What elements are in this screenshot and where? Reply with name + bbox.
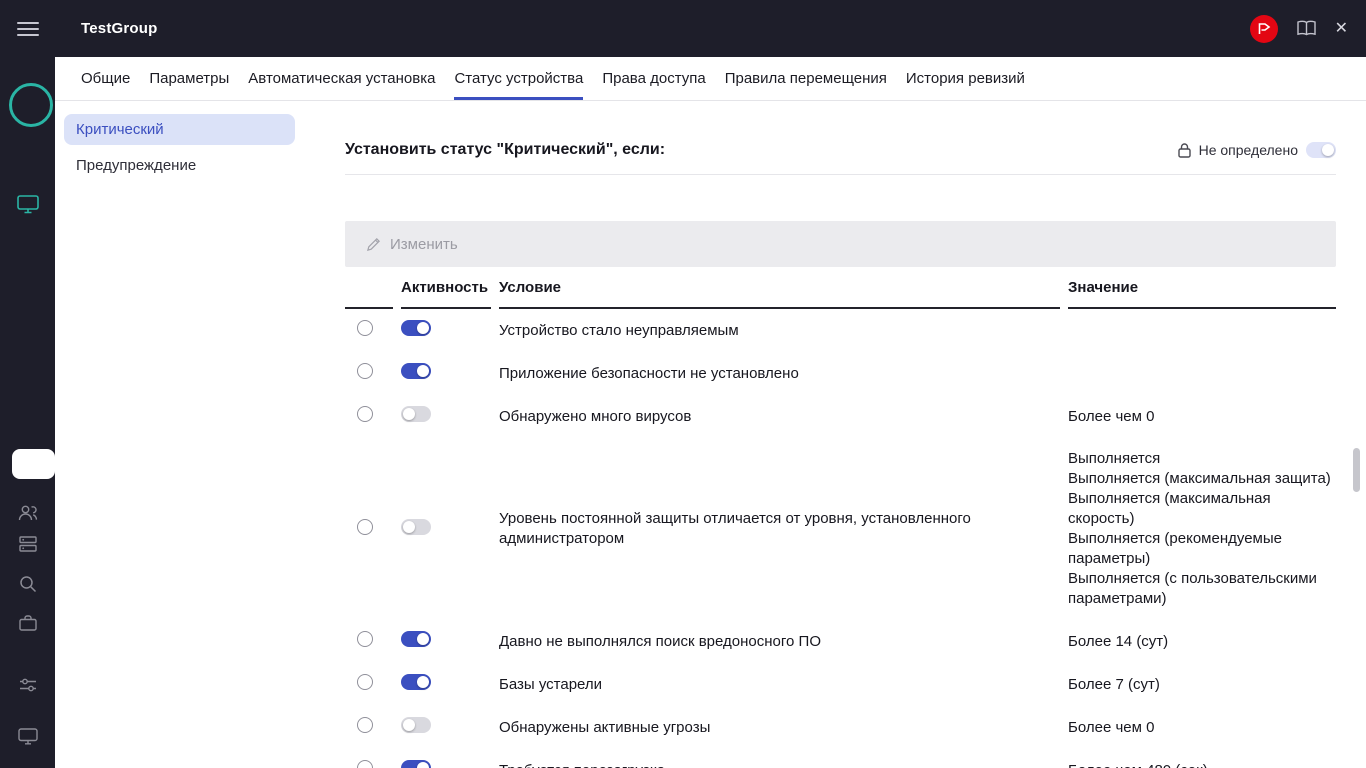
servers-icon[interactable]: [19, 536, 37, 552]
col-selector: [345, 279, 393, 309]
table-row: Требуется перезагрузка Более чем 480 (се…: [345, 749, 1336, 768]
condition-text: Уровень постоянной защиты отличается от …: [499, 509, 1060, 549]
marketplace-icon[interactable]: [19, 615, 37, 631]
table-row: Устройство стало неуправляемым: [345, 309, 1336, 352]
device-status-panel: Установить статус "Критический", если: Н…: [345, 101, 1366, 768]
documentation-icon[interactable]: [1296, 20, 1317, 37]
row-select-radio[interactable]: [357, 717, 373, 733]
lock-icon: [1178, 143, 1191, 158]
devices-icon[interactable]: [17, 195, 39, 214]
col-activity: Активность: [401, 279, 491, 309]
table-header: Активность Условие Значение: [345, 279, 1336, 309]
activity-toggle[interactable]: [401, 320, 431, 336]
group-properties-window: Общие Параметры Автоматическая установка Ст…: [55, 57, 1366, 768]
table-row: Базы устарели Более 7 (сут): [345, 663, 1336, 706]
activity-toggle[interactable]: [401, 717, 431, 733]
table-row: Приложение безопасности не установлено: [345, 352, 1336, 395]
tab-4[interactable]: Статус устройства: [454, 57, 583, 100]
condition-value: Более 7 (сут): [1068, 675, 1336, 695]
table-row: Уровень постоянной защиты отличается от …: [345, 438, 1336, 620]
condition-text: Требуется перезагрузка: [499, 761, 1060, 768]
row-select-radio[interactable]: [357, 363, 373, 379]
condition-value: Более чем 480 (сек): [1068, 761, 1336, 768]
condition-text: Обнаружено много вирусов: [499, 407, 1060, 427]
console-logo-icon: [9, 83, 53, 127]
row-select-radio[interactable]: [357, 674, 373, 690]
undefined-label: Не определено: [1199, 142, 1298, 158]
condition-text: Давно не выполнялся поиск вредоносного П…: [499, 632, 1060, 652]
row-select-radio[interactable]: [357, 406, 373, 422]
table-row: Обнаружены активные угрозы Более чем 0: [345, 706, 1336, 749]
undefined-control: Не определено: [1178, 142, 1336, 158]
users-icon[interactable]: [18, 505, 38, 521]
active-section-indicator[interactable]: [12, 449, 55, 479]
activity-toggle[interactable]: [401, 674, 431, 690]
search-icon[interactable]: [19, 575, 37, 593]
close-icon[interactable]: ✕: [1335, 21, 1348, 37]
tab-1[interactable]: Общие: [81, 57, 130, 100]
sidebar: [0, 57, 55, 768]
tab-6[interactable]: Правила перемещения: [725, 57, 887, 100]
edit-toolbar: Изменить: [345, 221, 1336, 267]
condition-value: Более чем 0: [1068, 407, 1336, 427]
col-value: Значение: [1068, 279, 1336, 309]
condition-value: Более чем 0: [1068, 718, 1336, 738]
topbar-actions: ✕: [1250, 15, 1348, 43]
activity-toggle[interactable]: [401, 363, 431, 379]
row-select-radio[interactable]: [357, 320, 373, 336]
row-select-radio[interactable]: [357, 631, 373, 647]
row-select-radio[interactable]: [357, 760, 373, 768]
settings-sliders-icon[interactable]: [19, 678, 37, 692]
activity-toggle[interactable]: [401, 519, 431, 535]
status-section-list: Критический Предупреждение: [55, 101, 345, 768]
condition-text: Приложение безопасности не установлено: [499, 364, 1060, 384]
tab-3[interactable]: Автоматическая установка: [248, 57, 435, 100]
tab-bar: Общие Параметры Автоматическая установка Ст…: [55, 57, 1366, 101]
tab-2[interactable]: Параметры: [149, 57, 229, 100]
col-condition: Условие: [499, 279, 1060, 309]
menu-icon[interactable]: [17, 18, 39, 40]
edit-button-label: Изменить: [390, 236, 458, 253]
topbar: TestGroup ✕: [0, 0, 1366, 57]
table-row: Обнаружено много вирусов Более чем 0: [345, 395, 1336, 438]
group-title: TestGroup: [81, 20, 158, 37]
conditions-table-body: Устройство стало неуправляемым Приложени…: [345, 309, 1336, 768]
tab-5[interactable]: Права доступа: [602, 57, 705, 100]
tab-7[interactable]: История ревизий: [906, 57, 1025, 100]
condition-text: Базы устарели: [499, 675, 1060, 695]
undefined-toggle[interactable]: [1306, 142, 1336, 158]
activity-toggle[interactable]: [401, 760, 431, 768]
activity-toggle[interactable]: [401, 406, 431, 422]
condition-text: Устройство стало неуправляемым: [499, 321, 1060, 341]
header-divider: [345, 174, 1336, 175]
edit-button[interactable]: Изменить: [366, 236, 458, 253]
kaspersky-logo-icon[interactable]: [1250, 15, 1278, 43]
condition-value: ВыполняетсяВыполняется (максимальная защ…: [1068, 449, 1336, 609]
scrollbar[interactable]: [1353, 448, 1360, 492]
panel-title: Установить статус "Критический", если:: [345, 141, 665, 159]
pencil-icon: [366, 237, 381, 252]
table-row: Давно не выполнялся поиск вредоносного П…: [345, 620, 1336, 663]
console-icon[interactable]: [18, 728, 38, 745]
status-section-1[interactable]: Критический: [64, 114, 295, 145]
condition-value: Более 14 (сут): [1068, 632, 1336, 652]
status-section-2[interactable]: Предупреждение: [64, 150, 295, 181]
condition-text: Обнаружены активные угрозы: [499, 718, 1060, 738]
activity-toggle[interactable]: [401, 631, 431, 647]
row-select-radio[interactable]: [357, 519, 373, 535]
